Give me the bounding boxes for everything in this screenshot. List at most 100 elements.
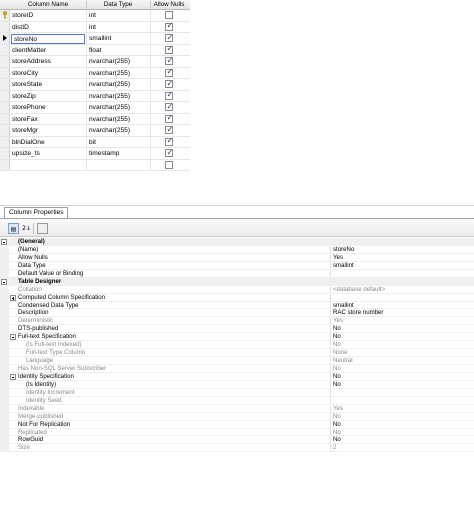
property-divider[interactable] (330, 388, 331, 396)
table-row[interactable]: distID int (0, 21, 190, 33)
property-row[interactable]: Full-text Type Column None (0, 349, 474, 358)
table-row[interactable]: storePhone nvarchar(255) (0, 102, 190, 114)
data-type-header[interactable]: Data Type (86, 1, 150, 8)
alphabetical-sort-icon[interactable]: 2↓ (21, 223, 32, 234)
property-divider[interactable] (330, 365, 331, 372)
column-name-cell[interactable]: storeFax (12, 116, 86, 123)
property-divider[interactable] (330, 428, 331, 436)
property-row[interactable]: Not For Replication No (0, 420, 474, 429)
property-value[interactable]: smallint (333, 262, 473, 270)
allow-nulls-checkbox[interactable] (165, 160, 173, 169)
property-value[interactable]: No (333, 421, 473, 429)
row-selector[interactable] (0, 21, 10, 32)
property-row[interactable]: Collation <database default> (0, 285, 474, 294)
table-row[interactable]: upsize_ts timestamp (0, 148, 190, 160)
allow-nulls-checkbox[interactable] (165, 67, 173, 77)
column-name-cell[interactable]: distID (12, 24, 86, 31)
property-category[interactable]: (General) (0, 238, 474, 246)
data-type-cell[interactable]: nvarchar(255) (89, 58, 149, 65)
data-type-cell[interactable]: nvarchar(255) (89, 104, 149, 111)
property-divider[interactable] (330, 301, 331, 309)
row-selector[interactable] (0, 44, 10, 55)
property-row[interactable]: Full-text Specification No (0, 333, 474, 342)
allow-nulls-checkbox[interactable] (165, 33, 173, 42)
collapse-icon[interactable] (1, 239, 7, 245)
column-name-cell[interactable]: storeNo (11, 33, 85, 44)
property-value[interactable]: No (333, 436, 473, 444)
table-row[interactable]: storeAddress nvarchar(255) (0, 56, 190, 68)
property-row[interactable]: (Is Full-text Indexed) No (0, 341, 474, 350)
property-row[interactable]: Merge-published No (0, 412, 474, 421)
property-value[interactable]: RAC store number (333, 309, 473, 317)
property-divider[interactable] (330, 341, 331, 349)
data-type-cell[interactable]: nvarchar(255) (89, 127, 149, 134)
table-row[interactable]: storeNo smallint (0, 33, 190, 45)
allow-nulls-checkbox[interactable] (165, 44, 173, 54)
row-selector[interactable] (0, 136, 10, 147)
column-name-cell[interactable]: upsize_ts (12, 150, 86, 157)
data-type-cell[interactable]: smallint (89, 35, 149, 42)
property-divider[interactable] (330, 293, 331, 301)
allow-nulls-checkbox[interactable] (165, 113, 173, 123)
property-divider[interactable] (330, 333, 331, 341)
property-row[interactable]: Computed Column Specification (0, 293, 474, 302)
property-row[interactable]: (Name) storeNo (0, 245, 474, 254)
row-selector[interactable] (0, 33, 10, 44)
data-type-cell[interactable]: timestamp (89, 150, 149, 157)
table-row[interactable] (0, 159, 190, 171)
allow-nulls-checkbox[interactable] (165, 136, 173, 146)
property-row[interactable]: Data Type smallint (0, 261, 474, 270)
property-divider[interactable] (330, 261, 331, 269)
allow-nulls-checkbox[interactable] (165, 148, 173, 157)
table-row[interactable]: storeZip nvarchar(255) (0, 90, 190, 102)
property-row[interactable]: Condensed Data Type smallint (0, 301, 474, 310)
table-row[interactable]: storeID int (0, 10, 190, 22)
collapse-icon[interactable] (1, 278, 7, 285)
property-divider[interactable] (330, 380, 331, 388)
property-divider[interactable] (330, 269, 331, 277)
column-name-cell[interactable]: storeAddress (12, 58, 86, 65)
property-value[interactable]: Yes (333, 254, 473, 262)
property-value[interactable]: No (333, 333, 473, 341)
property-divider[interactable] (330, 396, 331, 404)
property-row[interactable]: Identity Specification No (0, 372, 474, 381)
property-row[interactable]: RowGuid No (0, 436, 474, 445)
property-divider[interactable] (330, 436, 331, 444)
property-divider[interactable] (330, 404, 331, 412)
property-row[interactable]: Indexable Yes (0, 404, 474, 413)
expand-icon[interactable] (10, 294, 16, 301)
data-type-cell[interactable]: bit (89, 139, 149, 146)
data-type-cell[interactable]: nvarchar(255) (89, 93, 149, 100)
property-divider[interactable] (330, 372, 331, 380)
column-name-cell[interactable]: storeMgr (12, 127, 86, 134)
allow-nulls-checkbox[interactable] (165, 125, 173, 134)
column-name-cell[interactable]: storeID (12, 12, 86, 19)
data-type-cell[interactable]: nvarchar(255) (89, 70, 149, 77)
property-pages-icon[interactable] (37, 223, 48, 234)
property-row[interactable]: DTS-published No (0, 325, 474, 334)
property-divider[interactable] (330, 420, 331, 428)
property-row[interactable]: Identity Seed (0, 396, 474, 405)
column-name-header[interactable]: Column Name (10, 1, 86, 8)
property-divider[interactable] (330, 285, 331, 293)
property-row[interactable]: Deterministic Yes (0, 317, 474, 326)
row-selector[interactable] (0, 67, 10, 78)
column-name-cell[interactable]: storeState (12, 81, 86, 88)
data-type-cell[interactable]: nvarchar(255) (89, 81, 149, 88)
property-divider[interactable] (330, 349, 331, 357)
tab-column-properties[interactable]: Column Properties (4, 207, 68, 218)
property-row[interactable]: Size 2 (0, 444, 474, 453)
row-selector[interactable] (0, 90, 10, 101)
row-selector[interactable] (0, 148, 10, 159)
property-divider[interactable] (330, 245, 331, 253)
row-selector[interactable] (0, 113, 10, 124)
property-divider[interactable] (330, 253, 331, 261)
allow-nulls-checkbox[interactable] (165, 102, 173, 111)
property-row[interactable]: Default Value or Binding (0, 269, 474, 278)
table-row[interactable]: storeState nvarchar(255) (0, 79, 190, 91)
property-row[interactable]: Description RAC store number (0, 309, 474, 318)
column-name-cell[interactable]: storeCity (12, 70, 86, 77)
allow-nulls-checkbox[interactable] (165, 90, 173, 100)
allow-nulls-checkbox[interactable] (165, 56, 173, 65)
property-row[interactable]: Has Non-SQL Server Subscriber No (0, 365, 474, 373)
